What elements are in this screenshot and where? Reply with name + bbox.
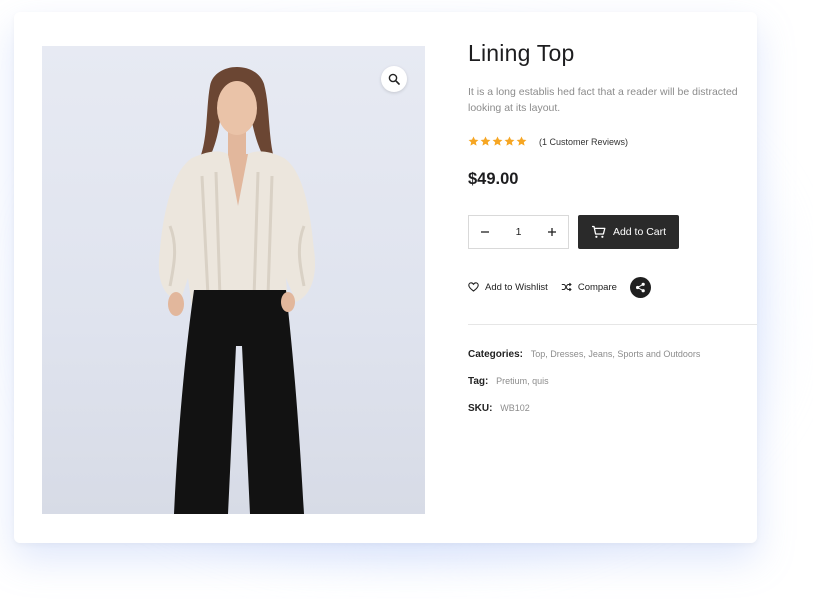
tag-row: Tag: Pretium, quis	[468, 376, 549, 387]
wishlist-label: Add to Wishlist	[485, 281, 548, 293]
shuffle-icon	[561, 282, 572, 292]
zoom-button[interactable]	[381, 66, 407, 92]
tag-label: Tag:	[468, 376, 489, 387]
categories-value[interactable]: Top, Dresses, Jeans, Sports and Outdoors	[531, 349, 701, 359]
compare-label: Compare	[577, 281, 617, 293]
tag-value[interactable]: Pretium, quis	[496, 376, 549, 386]
product-description: It is a long establis hed fact that a re…	[468, 86, 738, 114]
add-to-cart-label: Add to Cart	[612, 226, 667, 238]
reviews-link[interactable]: (1 Customer Reviews)	[539, 137, 628, 147]
increase-quantity-button[interactable]	[536, 216, 568, 248]
quantity-stepper: 1	[468, 215, 569, 249]
heart-icon	[468, 282, 479, 292]
categories-row: Categories: Top, Dresses, Jeans, Sports …	[468, 349, 700, 360]
sku-value: WB102	[500, 403, 530, 413]
page: Lining Top It is a long establis hed fac…	[0, 0, 813, 599]
sku-label: SKU:	[468, 403, 493, 414]
categories-label: Categories:	[468, 349, 524, 360]
divider	[468, 324, 757, 325]
product-title: Lining Top	[468, 40, 575, 66]
plus-icon	[548, 228, 556, 236]
compare-button[interactable]: Compare	[561, 282, 617, 293]
star-icon	[468, 136, 479, 146]
cart-icon	[591, 225, 606, 238]
product-image[interactable]	[42, 46, 425, 514]
share-icon	[635, 282, 645, 292]
star-icon	[492, 136, 503, 146]
minus-icon	[481, 231, 489, 233]
add-to-cart-button[interactable]: Add to Cart	[578, 215, 679, 249]
star-icon	[516, 136, 527, 146]
rating: (1 Customer Reviews)	[468, 136, 628, 147]
add-to-wishlist-button[interactable]: Add to Wishlist	[468, 282, 548, 293]
star-icon	[480, 136, 491, 146]
quantity-input[interactable]: 1	[516, 226, 522, 238]
share-button[interactable]	[629, 276, 651, 298]
model-photo	[158, 66, 316, 514]
star-rating	[468, 136, 527, 147]
product-price: $49.00	[468, 170, 519, 188]
decrease-quantity-button[interactable]	[469, 216, 501, 248]
star-icon	[504, 136, 515, 146]
product-actions: Add to Wishlist Compare	[468, 276, 651, 298]
magnifier-icon	[388, 73, 400, 85]
sku-row: SKU: WB102	[468, 403, 530, 414]
